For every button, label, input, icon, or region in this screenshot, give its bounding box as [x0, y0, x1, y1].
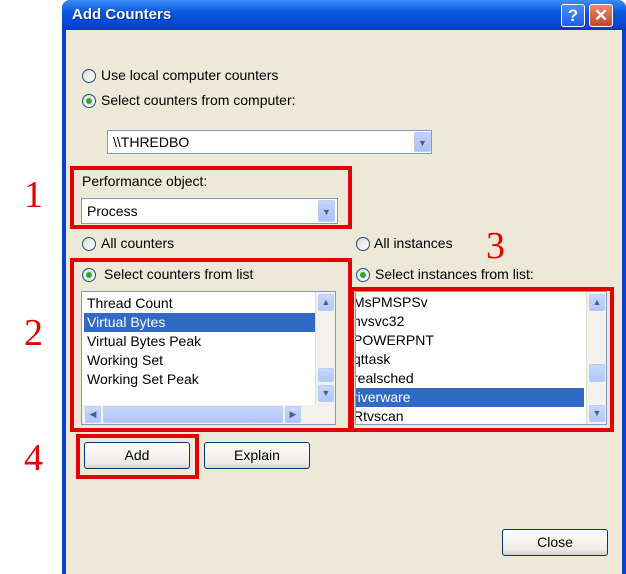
radio-selected-dot [360, 272, 366, 278]
all-instances-label: All instances [374, 235, 453, 251]
radio-instances-from-list[interactable] [356, 268, 370, 282]
annotation-number-2: 2 [24, 312, 43, 354]
explain-button[interactable]: Explain [204, 442, 310, 469]
computer-value: \\THREDBO [113, 134, 190, 150]
radio-all-instances[interactable] [356, 237, 370, 251]
help-icon[interactable]: ? [561, 4, 585, 27]
annotation-number-4: 4 [24, 437, 43, 479]
close-window-icon[interactable]: ✕ [589, 4, 613, 27]
local-counters-label: Use local computer counters [101, 67, 279, 83]
instances-from-list-label: Select instances from list: [375, 266, 534, 282]
close-button[interactable]: Close [502, 529, 608, 556]
annotation-box-performance-object [70, 166, 352, 229]
window-title: Add Counters [72, 6, 172, 23]
radio-all-counters[interactable] [82, 237, 96, 251]
remote-counters-label: Select counters from computer: [101, 92, 296, 108]
radio-local-counters[interactable] [82, 69, 96, 83]
annotation-number-1: 1 [24, 174, 43, 216]
computer-combobox[interactable]: \\THREDBO ▼ [107, 130, 432, 154]
radio-selected-dot [86, 98, 92, 104]
annotation-box-counters-list [70, 258, 352, 432]
chevron-down-icon[interactable]: ▼ [414, 132, 431, 152]
all-counters-label: All counters [101, 235, 175, 251]
annotation-box-add-button [76, 434, 199, 479]
annotation-box-instances-list [350, 287, 614, 432]
radio-remote-counters[interactable] [82, 94, 96, 108]
annotation-number-3: 3 [486, 225, 505, 267]
